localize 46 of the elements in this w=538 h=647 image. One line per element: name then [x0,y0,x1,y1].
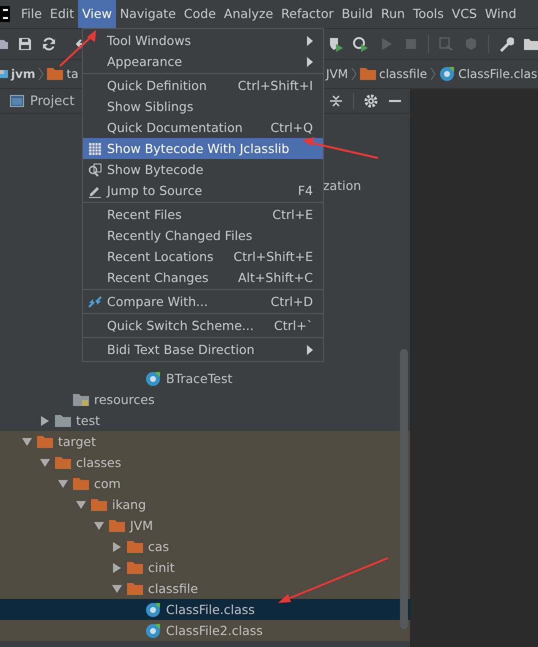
menu-item[interactable]: VCS [448,0,481,28]
menu-item[interactable]: Bidi Text Base Direction [83,339,323,360]
menu-item[interactable]: Recent Changes Alt+Shift+C [83,267,323,288]
tree-row[interactable]: ikang [0,494,410,515]
tree-row[interactable]: com [0,473,410,494]
tree-row[interactable]: resources [0,389,410,410]
tree-row[interactable]: classfile [0,578,410,599]
breadcrumb-item[interactable]: classfile [379,67,428,81]
menu-item[interactable]: Analyze [220,0,278,28]
tree-row[interactable]: JVM [0,515,410,536]
menu-item[interactable]: Wind [480,0,520,28]
breadcrumb-item[interactable]: ClassFile.clas [458,67,538,81]
menu-item[interactable]: Edit [46,0,78,28]
menu-item[interactable]: Refactor [277,0,338,28]
menu-item[interactable]: Tools [408,0,448,28]
tree-row[interactable]: cas [0,536,410,557]
menu-item[interactable]: File [17,0,46,28]
tree-row[interactable]: target [0,431,410,452]
menu-item[interactable]: Run [377,0,409,28]
project-tab[interactable]: Project [0,89,82,113]
breadcrumb-item[interactable]: jvm [11,67,36,81]
menu-item[interactable]: Show Siblings [83,96,323,117]
tree-row[interactable]: classes [0,452,410,473]
tree-row[interactable]: cinit [0,557,410,578]
tree-row[interactable]: ClassFile.class [0,599,410,620]
menu-item[interactable]: Recently Changed Files [83,225,323,246]
tree-item-label: zation [323,178,362,193]
tree-row[interactable]: test [0,410,410,431]
menu-item[interactable]: Compare With... Ctrl+D [83,291,323,312]
menu-item[interactable]: Jump to Source F4 [83,180,323,201]
menu-item[interactable]: Recent Files Ctrl+E [83,204,323,225]
tree-row[interactable]: ClassFile2.class [0,620,410,641]
tree-row[interactable]: BTraceTest [0,368,410,389]
menu-item[interactable]: Appearance [83,51,323,72]
breadcrumb-item[interactable]: ta [66,67,79,81]
menu-item[interactable]: Navigate [116,0,180,28]
menu-item[interactable]: Build [338,0,377,28]
menu-item[interactable]: Show Bytecode [83,159,323,180]
menu-item[interactable]: Show Bytecode With Jclasslib [83,138,323,159]
menu-item[interactable]: Quick Documentation Ctrl+Q [83,117,323,138]
menu-item[interactable]: View [78,0,116,28]
menu-item[interactable]: Code [180,0,220,28]
menu-item[interactable]: Quick Definition Ctrl+Shift+I [83,75,323,96]
breadcrumb-item[interactable]: JVM [326,67,348,81]
menu-item[interactable]: Quick Switch Scheme... Ctrl+` [83,315,323,336]
menu-item[interactable]: Recent Locations Ctrl+Shift+E [83,246,323,267]
